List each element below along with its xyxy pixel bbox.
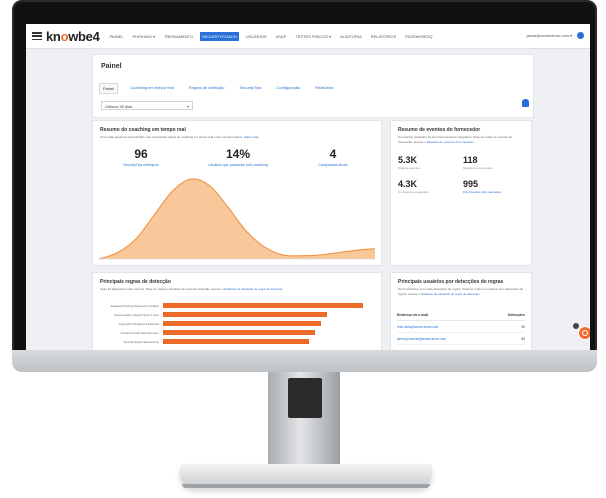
knowbe4-logo[interactable]: knowbe4 [46, 29, 100, 44]
rules-bar-chart: Software Phishing Reported to Incident Im… [99, 301, 379, 346]
users-table-header: Endereço de e-mail Detecções [397, 313, 525, 321]
dashboard: Painel Painel Coaching em tempo real Regra… [92, 54, 534, 350]
bar-label: Impersonation Inbound Sent to User [114, 312, 159, 317]
stat-mapped-events: 4.3K # e Eventos mapeados [398, 179, 429, 194]
stat-total-events: 5.3K Total de eventos [398, 155, 420, 170]
date-range-select[interactable]: Últimos 90 dias ▾ [101, 101, 193, 110]
bar[interactable] [163, 312, 327, 317]
bar-label: Copyright Infringement Detected [118, 321, 159, 326]
tab-0[interactable]: Painel [99, 83, 119, 94]
bar-label: Software Phishing Reported to Incident [110, 303, 159, 308]
nav-item-7[interactable]: AUDITORIA [338, 32, 364, 41]
bar[interactable] [163, 321, 321, 326]
chevron-down-icon: ▾ [186, 104, 189, 109]
menu-icon[interactable] [32, 32, 42, 40]
detection-rules-card: Principais regras de detecção Suas 10 de… [92, 272, 382, 350]
vendor-report-link[interactable]: Relatório de eventos do fornecedor [427, 140, 474, 144]
detections-column-header: Detecções [508, 313, 525, 317]
stand-cable-slot [288, 378, 322, 418]
coaching-summary-card: Resumo do coaching em tempo real Uma vis… [92, 120, 382, 266]
stat-securitytips: 96 SecurityTips entregues [123, 147, 159, 167]
nav-item-6[interactable]: TESTES FÍSICOS ▾ [293, 32, 333, 41]
bar-row: Software Phishing Reported to Incident [99, 301, 379, 310]
tab-4[interactable]: Configuração [273, 83, 303, 94]
help-icon[interactable] [577, 32, 584, 39]
stand-base-edge [182, 484, 430, 488]
table-row[interactable]: rose.dicks@acme-demo.com 90 [397, 325, 525, 333]
bar[interactable] [163, 339, 309, 344]
tab-bar: Painel Coaching em tempo real Regras de de… [99, 83, 345, 94]
nav-item-9[interactable]: PASSWORDIQ [403, 32, 434, 41]
tab-1[interactable]: Coaching em tempo real [127, 83, 177, 94]
users-report-link[interactable]: Relatório de atividade de regra de detec… [421, 292, 480, 296]
page-title: Painel [101, 63, 122, 70]
bar-row: Impersonation Inbound Sent to User [99, 310, 379, 319]
nav-item-5[interactable]: ASAP [274, 32, 289, 41]
email-column-header: Endereço de e-mail [397, 313, 429, 317]
nav-item-8[interactable]: RELATÓRIOS [369, 32, 399, 41]
bar-label: Security Report Received by [123, 339, 159, 344]
top-users-card: Principais usuários por detecções de reg… [390, 272, 532, 350]
monitor-chin [12, 350, 597, 372]
coaching-description: Uma visão geral dos SecurityTips, das ca… [100, 135, 259, 139]
nav-item-3[interactable]: SECURITYCOACH [200, 31, 239, 41]
stat-unmapped-events: 995 # de Eventos não mapeados [463, 179, 502, 194]
bell-icon[interactable] [522, 99, 529, 107]
bar[interactable] [163, 303, 363, 308]
chat-help-button[interactable] [578, 326, 590, 340]
notification-badge [573, 323, 579, 329]
vendor-events-card: Resumo de eventos do fornecedor Os event… [390, 120, 532, 266]
user-menu[interactable]: janna@acmedemo.com ▾ [527, 33, 572, 38]
tab-5[interactable]: Relatórios [312, 83, 336, 94]
top-navigation: knowbe4 PAINEL PHISHING ▾ TREINAMENTO SECUR… [26, 24, 590, 49]
stat-users-with-events: 118 Usuários com eventos [463, 155, 493, 170]
bar-label: Content Growth Detection Item [120, 330, 159, 335]
users-title: Principais usuários por detecções de reg… [398, 279, 504, 285]
nav-menu: PAINEL PHISHING ▾ TREINAMENTO SECURITYCOACH… [108, 31, 440, 41]
nav-item-0[interactable]: PAINEL [108, 32, 126, 41]
bar-row: Content Growth Detection Item [99, 328, 379, 337]
bar-row: Copyright Infringement Detected [99, 319, 379, 328]
bar[interactable] [163, 330, 315, 335]
coaching-area-chart [99, 178, 375, 260]
stat-active-campaigns: 4 Campanhas ativas [318, 147, 348, 167]
table-row[interactable]: james.jeunesse@acme-demo.com 84 [397, 337, 525, 345]
learn-more-link[interactable]: Saiba mais [244, 135, 259, 139]
stat-coached-users: 14% Usuários que passaram pelo coaching [208, 147, 268, 167]
rules-title: Principais regras de detecção [100, 279, 171, 285]
nav-item-4[interactable]: USUÁRIOS [244, 32, 269, 41]
rules-description: Suas 10 detecções mais comuns. Para ver … [100, 287, 283, 291]
rules-report-link[interactable]: Relatório de atividade de regra de detec… [224, 287, 282, 291]
coaching-title: Resumo do coaching em tempo real [100, 127, 186, 133]
vendor-description: Os eventos coletados de seus fornecedore… [398, 135, 513, 144]
bar-row: Security Report Received by [99, 337, 379, 346]
vendor-title: Resumo de eventos do fornecedor [398, 127, 481, 133]
screen: knowbe4 PAINEL PHISHING ▾ TREINAMENTO SECUR… [26, 24, 590, 350]
dashboard-header: Painel Painel Coaching em tempo real Regra… [92, 54, 534, 118]
tab-3[interactable]: SecurityTips [237, 83, 265, 94]
users-description: Os funcionários com mais detecções de re… [398, 287, 524, 296]
lifebuoy-icon [582, 330, 588, 336]
nav-item-1[interactable]: PHISHING ▾ [131, 32, 157, 41]
nav-item-2[interactable]: TREINAMENTO [162, 32, 195, 41]
tab-2[interactable]: Regras de detecção [186, 83, 228, 94]
